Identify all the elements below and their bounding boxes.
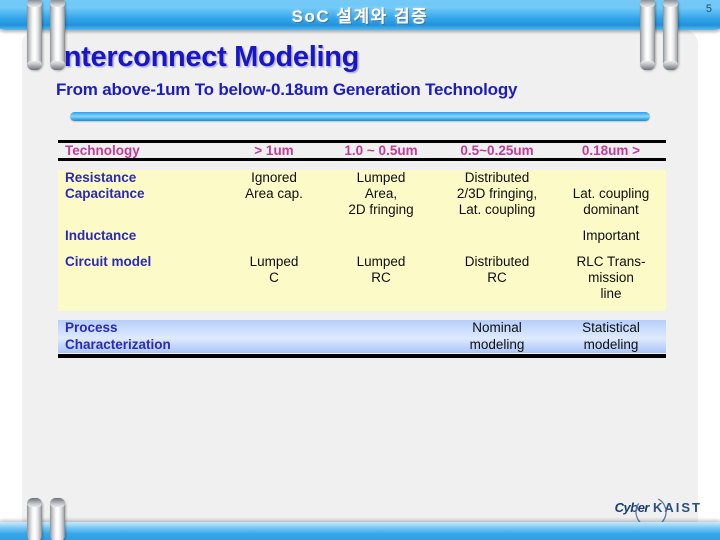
slide-root: SoC 설계와 검증 5 Interconnect Modeling From …: [0, 0, 720, 540]
interconnect-modeling-table: Technology > 1um 1.0 ~ 0.5um 0.5~0.25um …: [58, 140, 666, 358]
page-title: Interconnect Modeling: [56, 41, 360, 73]
cell-inductance-4: Important: [582, 227, 640, 243]
bottom-bar-gloss: [0, 522, 720, 534]
cell-capacitance-4: Lat. coupling dominant: [572, 185, 650, 217]
decorative-pillar-icon: [50, 498, 65, 540]
page-number: 5: [705, 3, 712, 15]
cell-resistance-4: [556, 170, 666, 186]
table-header-section: Technology > 1um 1.0 ~ 0.5um 0.5~0.25um …: [58, 143, 666, 158]
cell-process-4: Statistical modeling: [582, 320, 640, 352]
cell-capacitance-3: 2/3D fringing, Lat. coupling: [456, 185, 538, 217]
cell-capacitance-1: Area cap.: [245, 185, 303, 201]
page-subtitle: From above-1um To below-0.18um Generatio…: [56, 80, 518, 99]
table-gap: [58, 161, 666, 170]
table-row: Inductance Important: [58, 228, 666, 254]
cell-resistance-2: Lumped: [356, 170, 406, 185]
table-rule-bottom: [58, 353, 666, 358]
cell-circuit-model-2: Lumped RC: [356, 253, 406, 285]
cell-inductance-2: [324, 228, 438, 254]
column-header-1-to-0p5um: 1.0 ~ 0.5um: [344, 143, 418, 158]
cell-circuit-model-3: Distributed RC: [464, 253, 530, 285]
cell-inductance-3: [438, 228, 556, 254]
row-label-resistance: Resistance: [65, 170, 137, 185]
table-row: Circuit model Lumped C Lumped RC Distribut…: [58, 254, 666, 312]
process-characterization-row: Process Characterization Nominal modeling …: [58, 320, 666, 353]
cell-process-3: Nominal modeling: [469, 320, 525, 352]
decorative-pillar-icon: [27, 498, 42, 540]
cell-resistance-1: Ignored: [251, 170, 297, 185]
column-header-0p5-to-0p25um: 0.5~0.25um: [460, 143, 534, 158]
table-row: Capacitance Area cap. Area, 2D fringing 2…: [58, 186, 666, 228]
header-title: SoC 설계와 검증: [291, 7, 429, 26]
cell-inductance-1: [224, 228, 324, 254]
row-label-capacitance: Capacitance: [65, 185, 145, 201]
table-gap: [58, 311, 666, 321]
row-label-process-characterization: Process Characterization: [65, 320, 171, 352]
column-header-below-0p18um: 0.18um >: [581, 143, 641, 158]
table-row: Process Characterization Nominal modeling …: [58, 320, 666, 352]
divider-bar: [70, 112, 650, 121]
table-body-block: Resistance Ignored Lumped Distributed Ca…: [58, 170, 666, 312]
cell-circuit-model-4: RLC Trans-mission line: [576, 253, 646, 301]
cell-process-1: [224, 320, 324, 352]
table-row: Resistance Ignored Lumped Distributed: [58, 170, 666, 186]
cell-process-2: [324, 320, 438, 352]
cell-resistance-3: Distributed: [464, 170, 530, 185]
column-header-above-1um: > 1um: [254, 143, 294, 158]
bottom-bar: [0, 522, 720, 540]
row-label-inductance: Inductance: [65, 227, 137, 243]
table-header-row: Technology > 1um 1.0 ~ 0.5um 0.5~0.25um …: [58, 143, 666, 158]
cell-capacitance-2: Area, 2D fringing: [348, 185, 414, 217]
row-label-circuit-model: Circuit model: [65, 253, 152, 269]
cell-circuit-model-1: Lumped C: [249, 253, 299, 285]
column-header-technology: Technology: [65, 143, 140, 158]
cyber-kaist-logo: Cyber KAIST: [615, 496, 702, 528]
